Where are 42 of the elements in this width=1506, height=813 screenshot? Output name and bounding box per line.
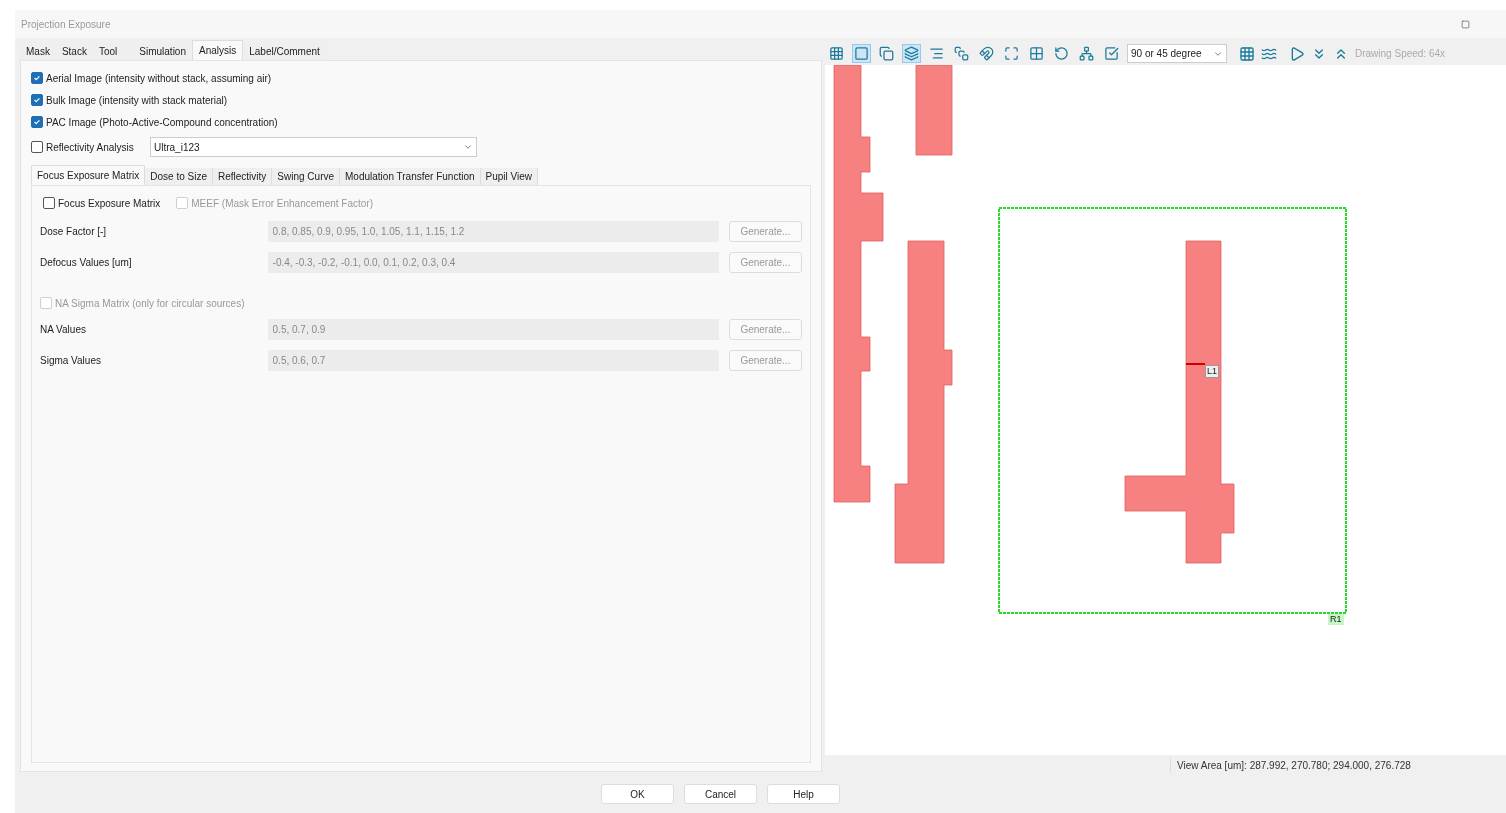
measure-line <box>1185 363 1206 365</box>
angle-dropdown[interactable]: 90 or 45 degree <box>1127 44 1227 63</box>
tab[interactable]: Focus Exposure Matrix <box>31 165 146 185</box>
checkbox-label: Focus Exposure Matrix <box>58 196 161 211</box>
layout-canvas[interactable]: L1 R1 <box>825 65 1506 755</box>
material-dropdown[interactable]: Ultra_i123 <box>150 137 477 157</box>
checkbox[interactable] <box>31 141 43 153</box>
check-icon <box>33 74 41 82</box>
grid-icon[interactable] <box>1239 45 1255 62</box>
dialog-button[interactable]: Cancel <box>684 784 757 804</box>
tab[interactable]: Swing Curve <box>272 168 341 185</box>
field-label: Sigma Values <box>40 354 102 368</box>
window-title: Projection Exposure <box>21 17 111 32</box>
chevron-icon <box>463 142 473 152</box>
tab[interactable]: Dose to Size <box>145 168 213 185</box>
checkbox-label: Reflectivity Analysis <box>46 140 135 155</box>
dialog-button[interactable]: Help <box>767 784 840 804</box>
field-label: NA Values <box>40 323 87 337</box>
dialog-button[interactable]: OK <box>601 784 674 804</box>
play-icon[interactable] <box>1289 45 1305 62</box>
maximize-icon[interactable] <box>1461 19 1470 29</box>
checkbox-label: PAC Image (Photo-Active-Compound concentration) <box>46 115 278 130</box>
field-label: Dose Factor [-] <box>40 225 108 239</box>
tab[interactable]: Analysis <box>192 40 244 60</box>
check-icon <box>33 118 41 126</box>
checkbox[interactable] <box>43 197 55 209</box>
view-area: View Area [um]: 287.992, 270.780; 294.000, 276.728 <box>1170 757 1411 773</box>
tab[interactable]: Reflectivity <box>212 168 273 185</box>
line-label: L1 <box>1205 365 1219 378</box>
checkbox[interactable] <box>31 94 43 106</box>
checkbox[interactable] <box>31 116 43 128</box>
tab[interactable]: Modulation Transfer Function <box>340 168 481 185</box>
drawing-speed: Drawing Speed: 64x <box>1355 47 1446 61</box>
region-label: R1 <box>1328 614 1344 625</box>
checkbox-label: Aerial Image (intensity without stack, assuming air) <box>46 71 272 86</box>
checkbox-label: MEEF (Mask Error Enhancement Factor) <box>191 196 373 211</box>
checkbox[interactable] <box>31 72 43 84</box>
check-icon <box>33 96 41 104</box>
tab[interactable]: Pupil View <box>480 168 539 185</box>
checkbox-label: NA Sigma Matrix (only for circular sources) <box>55 296 245 311</box>
field-label: Defocus Values [um] <box>40 256 133 270</box>
checkbox-label: Bulk Image (intensity with stack material) <box>46 93 228 108</box>
